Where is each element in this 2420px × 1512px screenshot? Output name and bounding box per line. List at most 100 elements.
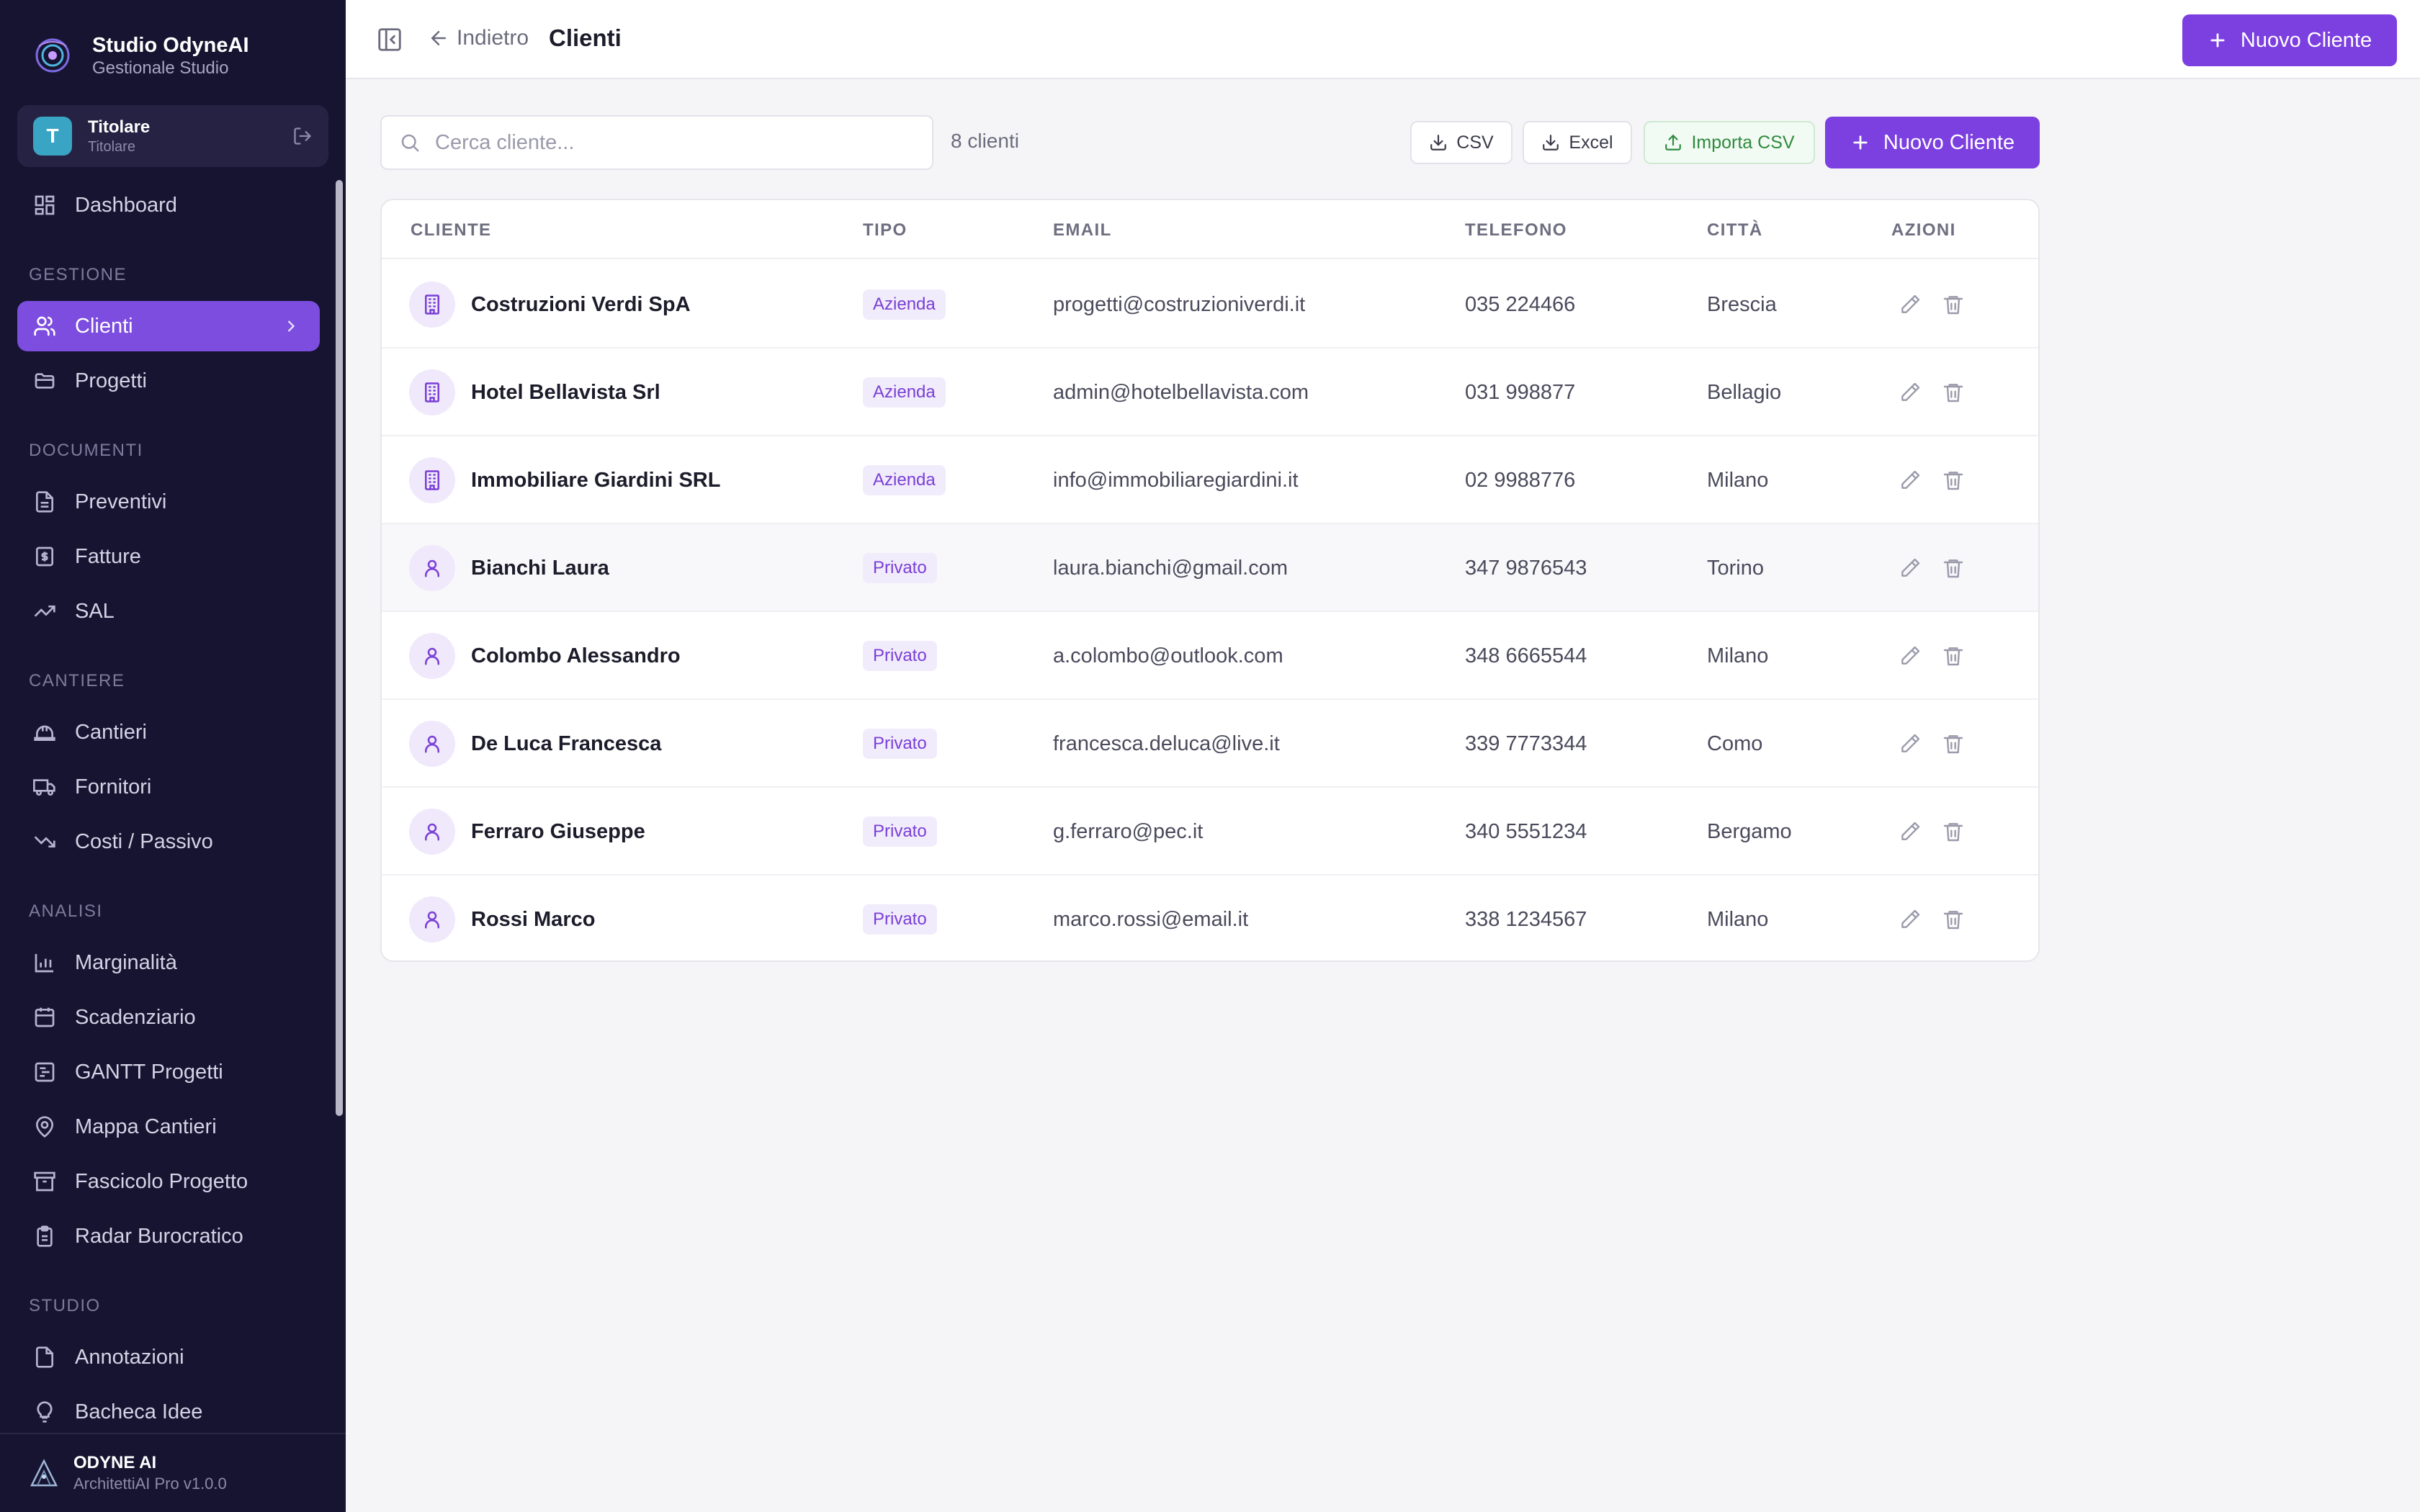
column-header-tipo[interactable]: TIPO [863, 220, 908, 240]
footer-version: ArchitettiAI Pro v1.0.0 [73, 1475, 227, 1493]
chevron-right-icon [287, 320, 295, 332]
client-phone: 340 5551234 [1465, 819, 1587, 843]
user-card[interactable]: T Titolare Titolare [17, 105, 328, 167]
sidebar-item-radar-burocratico[interactable]: Radar Burocratico [17, 1211, 320, 1261]
invoice-icon [36, 546, 53, 567]
table-row[interactable]: Ferraro Giuseppe Privato g.ferraro@pec.i… [382, 788, 2038, 876]
sidebar-item-label: Fornitori [75, 775, 152, 798]
back-link[interactable]: Indietro [428, 26, 529, 50]
client-name[interactable]: Colombo Alessandro [471, 644, 681, 668]
sidebar-item-label: Mappa Cantieri [75, 1115, 217, 1138]
table-row[interactable]: De Luca Francesca Privato francesca.delu… [382, 700, 2038, 788]
sidebar-item-annotazioni[interactable]: Annotazioni [17, 1332, 320, 1382]
table-row[interactable]: Hotel Bellavista Srl Azienda admin@hotel… [382, 348, 2038, 436]
client-name[interactable]: Costruzioni Verdi SpA [471, 293, 691, 317]
brand-subtitle: Gestionale Studio [92, 58, 229, 78]
client-type-badge: Privato [863, 816, 937, 847]
edit-icon[interactable] [1899, 469, 1922, 492]
sidebar-toggle-icon[interactable] [376, 26, 403, 53]
sidebar-item-dashboard[interactable]: Dashboard [17, 180, 320, 230]
import-csv-button[interactable]: Importa CSV [1644, 121, 1815, 164]
client-email: francesca.deluca@live.it [1053, 732, 1280, 755]
sidebar-item-label: Progetti [75, 369, 147, 392]
table-row[interactable]: Rossi Marco Privato marco.rossi@email.it… [382, 876, 2038, 960]
sidebar-item-mappa-cantieri[interactable]: Mappa Cantieri [17, 1102, 320, 1152]
edit-icon[interactable] [1899, 557, 1922, 580]
company-avatar [409, 369, 455, 415]
edit-icon[interactable] [1899, 908, 1922, 931]
client-name[interactable]: Ferraro Giuseppe [471, 820, 645, 844]
export-csv-label: CSV [1456, 132, 1494, 153]
calendar-icon [35, 1007, 55, 1027]
delete-icon[interactable] [1942, 469, 1965, 492]
client-name[interactable]: Bianchi Laura [471, 557, 609, 580]
brand[interactable]: Studio OdyneAI Gestionale Studio [29, 32, 249, 79]
sidebar-item-label: Cantieri [75, 720, 147, 744]
header-new-client-button[interactable]: Nuovo Cliente [2182, 14, 2397, 66]
edit-icon[interactable] [1899, 293, 1922, 316]
column-header-azioni: AZIONI [1891, 220, 1956, 240]
column-header-telefono[interactable]: TELEFONO [1465, 220, 1567, 240]
sidebar-item-label: Fatture [75, 544, 141, 568]
client-phone: 339 7773344 [1465, 732, 1587, 755]
sidebar-item-preventivi[interactable]: Preventivi [17, 477, 320, 527]
client-name[interactable]: Rossi Marco [471, 908, 595, 932]
delete-icon[interactable] [1942, 820, 1965, 843]
client-name[interactable]: Hotel Bellavista Srl [471, 381, 660, 405]
client-phone: 338 1234567 [1465, 907, 1587, 931]
edit-icon[interactable] [1899, 820, 1922, 843]
upload-icon [1665, 134, 1682, 150]
delete-icon[interactable] [1942, 557, 1965, 580]
delete-icon[interactable] [1942, 293, 1965, 316]
client-email: marco.rossi@email.it [1053, 907, 1249, 931]
new-client-button[interactable]: Nuovo Cliente [1825, 117, 2040, 168]
client-count: 8 clienti [951, 130, 1019, 152]
search-input[interactable] [435, 130, 925, 155]
client-type-badge: Azienda [863, 289, 946, 320]
export-excel-button[interactable]: Excel [1523, 121, 1632, 164]
clients-table: CLIENTE TIPO EMAIL TELEFONO CITTÀ AZIONI… [380, 199, 2040, 962]
delete-icon[interactable] [1942, 908, 1965, 931]
header-new-client-label: Nuovo Cliente [2240, 28, 2372, 52]
client-name[interactable]: Immobiliare Giardini SRL [471, 469, 720, 492]
edit-icon[interactable] [1899, 732, 1922, 755]
export-csv-button[interactable]: CSV [1410, 121, 1512, 164]
column-header-email[interactable]: EMAIL [1053, 220, 1112, 240]
delete-icon[interactable] [1942, 644, 1965, 667]
sidebar-item-gantt-progetti[interactable]: GANTT Progetti [17, 1047, 320, 1097]
delete-icon[interactable] [1942, 732, 1965, 755]
table-row[interactable]: Colombo Alessandro Privato a.colombo@out… [382, 612, 2038, 700]
client-name[interactable]: De Luca Francesca [471, 732, 661, 756]
sidebar-item-progetti[interactable]: Progetti [17, 356, 320, 406]
search-box[interactable] [380, 115, 933, 170]
page-title: Clienti [549, 24, 622, 51]
logout-icon[interactable] [292, 126, 313, 146]
column-header-citta[interactable]: CITTÀ [1707, 220, 1763, 240]
client-type-badge: Azienda [863, 377, 946, 408]
sidebar-item-sal[interactable]: SAL [17, 586, 320, 636]
sidebar-item-cantieri[interactable]: Cantieri [17, 707, 320, 757]
edit-icon[interactable] [1899, 381, 1922, 404]
sidebar-item-fatture[interactable]: Fatture [17, 531, 320, 582]
edit-icon[interactable] [1899, 644, 1922, 667]
building-icon [425, 470, 439, 490]
avatar: T [33, 117, 72, 156]
sidebar-item-marginalita[interactable]: Marginalità [17, 937, 320, 988]
sidebar-item-scadenziario[interactable]: Scadenziario [17, 992, 320, 1043]
delete-icon[interactable] [1942, 381, 1965, 404]
client-phone: 348 6665544 [1465, 644, 1587, 667]
user-icon [425, 559, 439, 577]
odyne-logo-icon [30, 1459, 58, 1487]
sidebar-item-fascicolo-progetto[interactable]: Fascicolo Progetto [17, 1156, 320, 1207]
sidebar-item-fornitori[interactable]: Fornitori [17, 762, 320, 812]
client-type-badge: Azienda [863, 465, 946, 495]
sidebar-item-costi-passivo[interactable]: Costi / Passivo [17, 816, 320, 867]
table-row[interactable]: Bianchi Laura Privato laura.bianchi@gmai… [382, 524, 2038, 612]
document-icon [36, 491, 53, 513]
column-header-cliente[interactable]: CLIENTE [411, 220, 491, 240]
sidebar-scrollbar[interactable] [336, 180, 343, 1116]
sidebar-item-bacheca-idee[interactable]: Bacheca Idee [17, 1387, 320, 1437]
table-row[interactable]: Costruzioni Verdi SpA Azienda progetti@c… [382, 261, 2038, 348]
sidebar-item-clienti[interactable]: Clienti [17, 301, 320, 351]
table-row[interactable]: Immobiliare Giardini SRL Azienda info@im… [382, 436, 2038, 524]
